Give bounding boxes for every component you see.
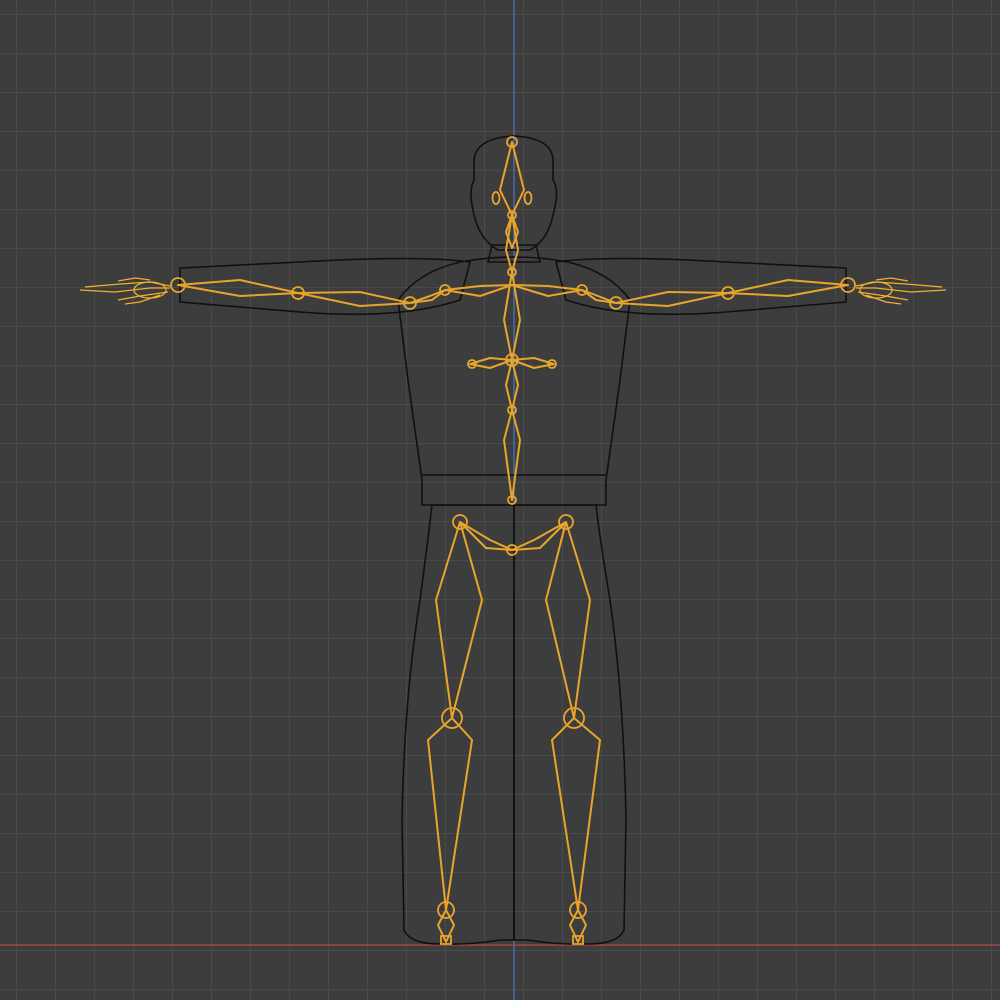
character-mesh[interactable] <box>179 135 847 945</box>
viewport-scene[interactable] <box>0 0 1000 1000</box>
mesh-right-leg <box>513 504 627 945</box>
bone-left-hand[interactable] <box>79 277 171 305</box>
armature[interactable] <box>79 136 947 945</box>
mesh-right-arm <box>554 257 847 316</box>
3d-viewport[interactable] <box>0 0 1000 1000</box>
bone-right-leg[interactable] <box>545 521 601 945</box>
bone-spine[interactable] <box>499 136 525 505</box>
bone-left-leg[interactable] <box>427 521 483 945</box>
mesh-left-arm <box>179 257 472 316</box>
bone-right-hand[interactable] <box>855 277 947 305</box>
bone-left-arm[interactable] <box>170 277 513 310</box>
bone-pelvis[interactable] <box>452 514 574 556</box>
bone-right-arm[interactable] <box>511 277 856 310</box>
